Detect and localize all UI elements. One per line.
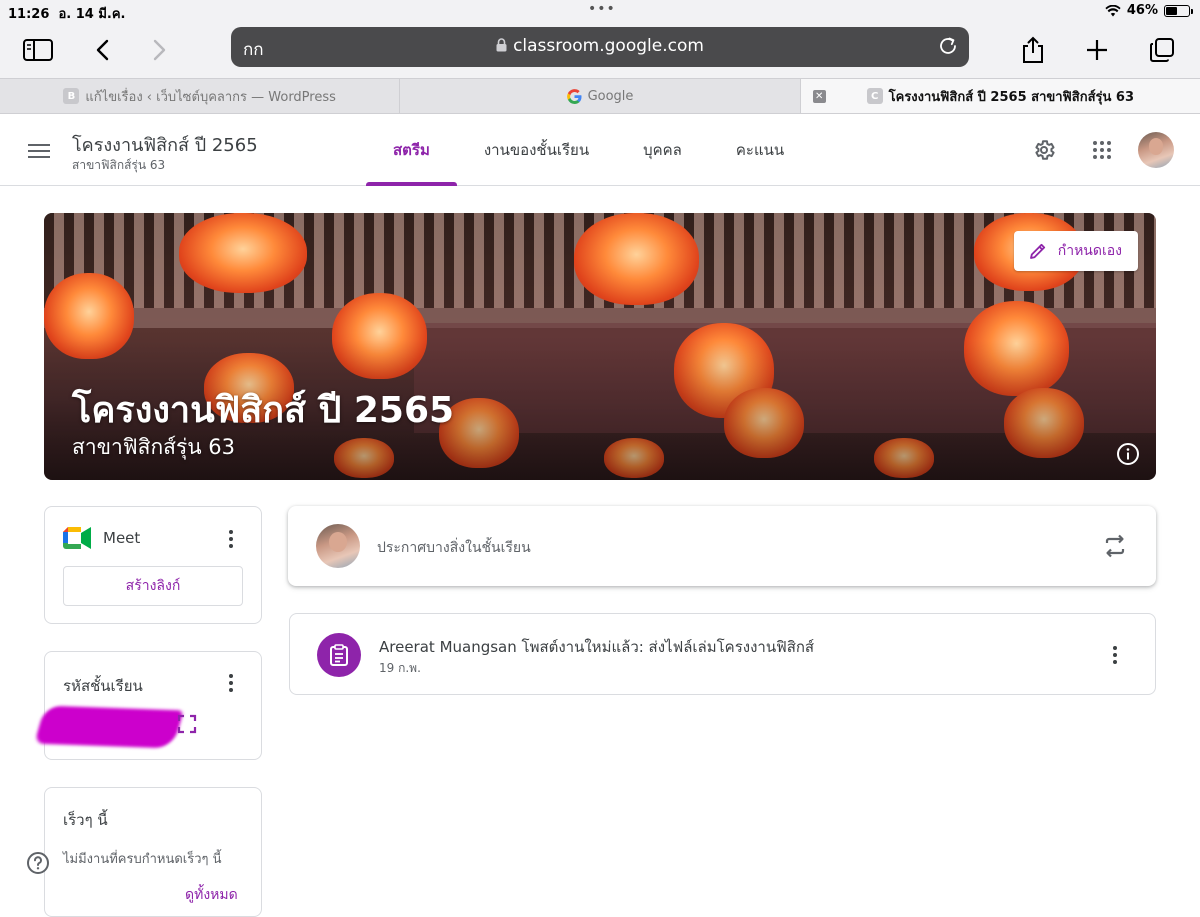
assignment-icon [317, 633, 361, 677]
account-avatar[interactable] [1138, 132, 1174, 168]
tab-title: แก้ไขเรื่อง ‹ เว็บไซต์บุคลากร — WordPres… [85, 89, 336, 105]
tab-grades[interactable]: คะแนน [709, 114, 811, 186]
upcoming-title: เร็วๆ นี้ [63, 811, 108, 829]
multitasking-dots-icon[interactable]: ••• [588, 1, 616, 17]
upcoming-card: เร็วๆ นี้ ไม่มีงานที่ครบกำหนดเร็วๆ นี้ ด… [44, 787, 262, 917]
meet-label: Meet [103, 529, 141, 547]
help-icon[interactable] [26, 851, 50, 875]
classroom-favicon-icon: C [866, 88, 883, 104]
post-more-options-icon[interactable] [1103, 643, 1127, 667]
wordpress-favicon-icon: B [63, 88, 80, 104]
share-icon[interactable] [1013, 30, 1053, 70]
sidebar-toggle-icon[interactable] [18, 30, 58, 70]
tab-people[interactable]: บุคคล [616, 114, 709, 186]
forward-icon[interactable] [140, 30, 180, 70]
class-code-more-options-icon[interactable] [219, 671, 243, 695]
meet-more-options-icon[interactable] [219, 527, 243, 551]
class-code-card: รหัสชั้นเรียน [34, 651, 262, 760]
tab-stream[interactable]: สตรีม [366, 114, 457, 186]
class-nav: สตรีม งานของชั้นเรียน บุคคล คะแนน [366, 114, 811, 186]
new-tab-icon[interactable] [1077, 30, 1117, 70]
close-tab-icon[interactable]: ✕ [812, 90, 826, 103]
post-date: 19 ก.พ. [379, 661, 421, 675]
banner-class-name: โครงงานฟิสิกส์ ปี 2565 [72, 390, 455, 431]
customize-button[interactable]: กำหนดเอง [1013, 231, 1138, 271]
tab-google[interactable]: Google [400, 79, 801, 113]
battery-icon [1164, 4, 1193, 17]
address-bar[interactable]: กก classroom.google.com [231, 27, 969, 67]
pencil-icon [1029, 243, 1045, 259]
view-all-link[interactable]: ดูทั้งหมด [185, 884, 238, 906]
reload-icon[interactable] [937, 35, 959, 57]
class-banner: โครงงานฟิสิกส์ ปี 2565 สาขาฟิสิกส์รุ่น 6… [44, 213, 1156, 480]
safari-toolbar: กก classroom.google.com [0, 22, 1200, 78]
fullscreen-icon[interactable] [177, 714, 197, 734]
banner-section: สาขาฟิสิกส์รุ่น 63 [72, 435, 236, 459]
tab-classroom[interactable]: ✕ C โครงงานฟิสิกส์ ปี 2565 สาขาฟิสิกส์รุ… [800, 79, 1200, 113]
user-avatar [316, 524, 360, 568]
lock-icon [496, 38, 507, 52]
banner-lantern [179, 213, 307, 293]
stream-post[interactable]: Areerat Muangsan โพสต์งานใหม่แล้ว: ส่งไฟ… [289, 613, 1156, 695]
redacted-class-code [34, 705, 184, 749]
google-meet-icon [63, 527, 91, 549]
info-icon[interactable] [1116, 442, 1140, 466]
status-right: 46% [1105, 3, 1193, 18]
main-menu-icon[interactable] [24, 136, 54, 166]
tab-title: โครงงานฟิสิกส์ ปี 2565 สาขาฟิสิกส์รุ่น 6… [888, 89, 1134, 105]
tab-classwork[interactable]: งานของชั้นเรียน [457, 114, 616, 186]
customize-label: กำหนดเอง [1057, 243, 1122, 259]
meet-card: Meet สร้างลิงก์ [44, 506, 262, 624]
repost-icon[interactable] [1102, 533, 1128, 559]
class-section: สาขาฟิสิกส์รุ่น 63 [72, 158, 166, 172]
safari-tab-bar: B แก้ไขเรื่อง ‹ เว็บไซต์บุคลากร — WordPr… [0, 78, 1200, 114]
battery-percent: 46% [1126, 3, 1158, 18]
announce-placeholder[interactable]: ประกาศบางสิ่งในชั้นเรียน [377, 537, 531, 559]
tab-title: Google [587, 88, 634, 104]
create-meet-link-button[interactable]: สร้างลิงก์ [63, 566, 243, 606]
class-code-label: รหัสชั้นเรียน [63, 677, 143, 695]
ios-status-bar: 11:26 อ. 14 มี.ค. ••• 46% [0, 0, 1200, 22]
announce-box[interactable]: ประกาศบางสิ่งในชั้นเรียน [288, 506, 1156, 586]
class-name[interactable]: โครงงานฟิสิกส์ ปี 2565 [72, 130, 258, 159]
google-favicon-icon [566, 88, 582, 104]
tab-wordpress[interactable]: B แก้ไขเรื่อง ‹ เว็บไซต์บุคลากร — WordPr… [0, 79, 401, 113]
post-title: Areerat Muangsan โพสต์งานใหม่แล้ว: ส่งไฟ… [379, 638, 815, 656]
status-time: 11:26 อ. 14 มี.ค. [8, 7, 126, 22]
apps-grid-icon[interactable] [1088, 136, 1116, 164]
tab-overview-icon[interactable] [1142, 30, 1182, 70]
classroom-header: โครงงานฟิสิกส์ ปี 2565 สาขาฟิสิกส์รุ่น 6… [0, 114, 1200, 186]
url-display: classroom.google.com [231, 36, 969, 56]
back-icon[interactable] [82, 30, 122, 70]
settings-gear-icon[interactable] [1030, 136, 1058, 164]
upcoming-empty-text: ไม่มีงานที่ครบกำหนดเร็วๆ นี้ [63, 852, 222, 867]
banner-lantern [574, 213, 699, 305]
wifi-icon [1105, 4, 1121, 16]
